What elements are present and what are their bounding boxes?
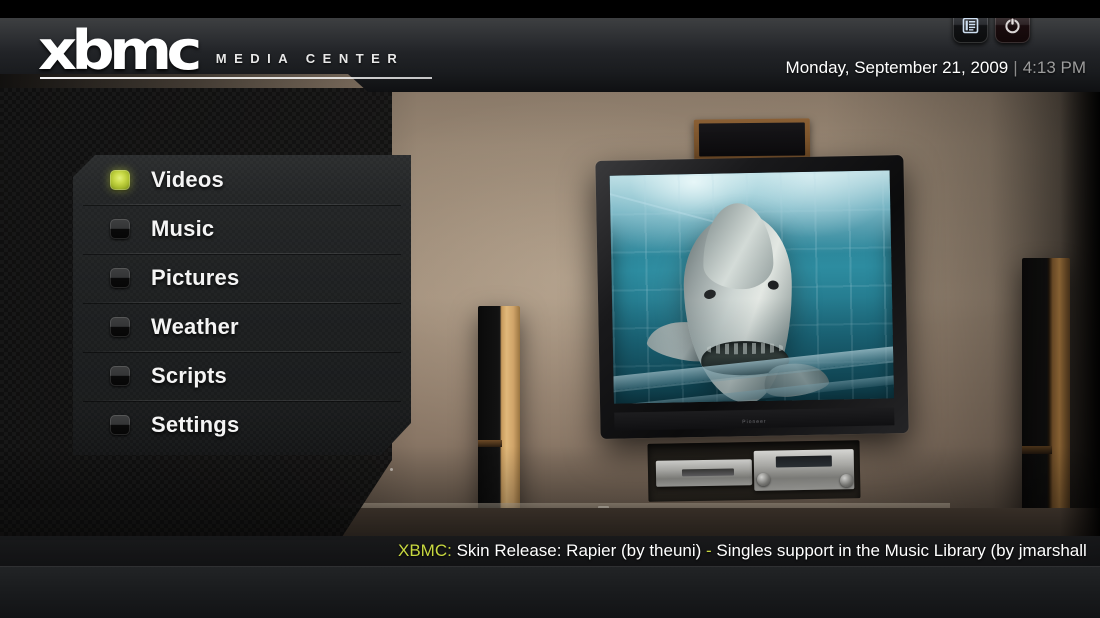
menu-item-label: Music	[151, 215, 215, 241]
menu-item-label: Pictures	[151, 264, 240, 290]
main-menu-panel: Videos Music Pictures Weather Scripts Se	[73, 155, 411, 455]
rss-headline-1: Skin Release: Rapier (by theuni)	[451, 541, 707, 560]
xbmc-home-screen: Pioneer xbmc MEDIA CENTER Monday, Septem…	[0, 0, 1100, 618]
list-icon	[961, 16, 980, 35]
power-icon	[1003, 16, 1022, 35]
bullet-icon	[110, 316, 130, 337]
header-date: Monday, September 21, 2009	[785, 58, 1009, 77]
logo-wordmark: xbmc	[38, 19, 202, 82]
rss-ticker-text: XBMC: Skin Release: Rapier (by theuni) -…	[0, 541, 1087, 561]
letterbox-top	[0, 0, 1100, 18]
menu-item-label: Videos	[151, 166, 224, 192]
menu-item-scripts[interactable]: Scripts	[73, 351, 411, 400]
rss-headline-2: Singles support in the Music Library (by…	[711, 541, 1087, 560]
menu-item-music[interactable]: Music	[73, 204, 411, 253]
receiver-knob-left	[757, 473, 770, 486]
tv-screen	[609, 170, 894, 404]
main-menu-list: Videos Music Pictures Weather Scripts Se	[73, 155, 411, 455]
logo-subtitle: MEDIA CENTER	[215, 51, 405, 67]
bullet-icon	[110, 365, 130, 386]
menu-corner-dot	[390, 468, 393, 471]
logo-underline	[40, 77, 432, 79]
menu-item-weather[interactable]: Weather	[73, 302, 411, 351]
right-edge-shadow	[1060, 18, 1100, 600]
av-receiver	[753, 449, 855, 491]
dvd-player	[655, 459, 753, 487]
television: Pioneer	[595, 155, 909, 439]
tv-brand-label: Pioneer	[742, 418, 767, 426]
bullet-icon	[110, 414, 130, 435]
menu-item-settings[interactable]: Settings	[73, 400, 411, 449]
bullet-active-icon	[110, 169, 130, 190]
water-haze	[609, 170, 894, 404]
header-time: 4:13 PM	[1022, 58, 1086, 77]
receiver-knob-right	[840, 474, 853, 487]
menu-item-videos[interactable]: Videos	[73, 155, 411, 204]
bullet-icon	[110, 218, 130, 239]
menu-item-label: Scripts	[151, 362, 227, 388]
header-separator: |	[1013, 58, 1018, 77]
menu-item-label: Settings	[151, 411, 240, 437]
menu-item-pictures[interactable]: Pictures	[73, 253, 411, 302]
xbmc-logo: xbmc MEDIA CENTER	[38, 19, 405, 82]
rss-ticker[interactable]: XBMC: Skin Release: Rapier (by theuni) -…	[0, 536, 1100, 566]
menu-item-label: Weather	[151, 313, 239, 339]
bullet-icon	[110, 267, 130, 288]
rss-source-label: XBMC:	[398, 541, 452, 560]
center-channel-speaker	[693, 118, 811, 162]
bottom-bar	[0, 566, 1100, 618]
header-datetime: Monday, September 21, 2009 | 4:13 PM	[786, 58, 1086, 78]
